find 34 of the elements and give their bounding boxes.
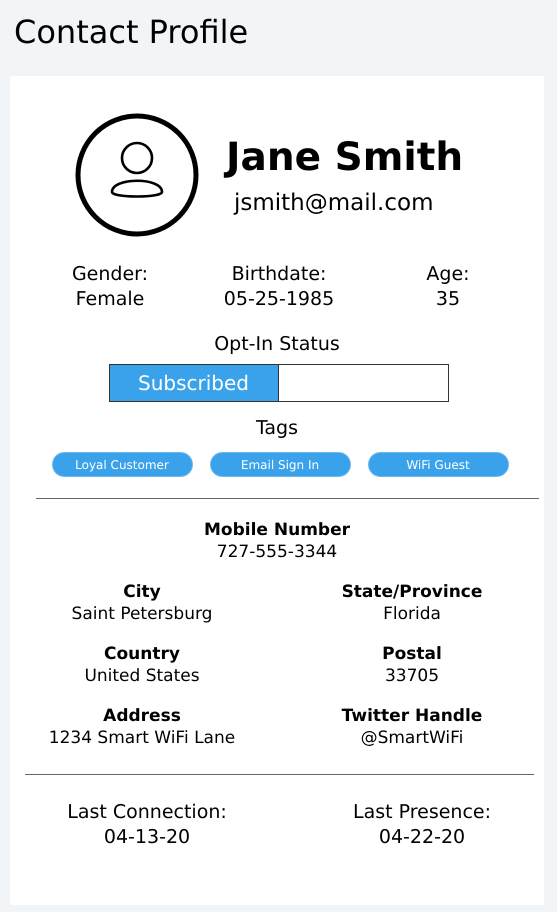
detail-label: Mobile Number xyxy=(204,519,350,541)
avatar-icon xyxy=(75,113,199,237)
detail-label: Address xyxy=(103,705,181,727)
detail-value: Florida xyxy=(383,603,441,625)
section-label: Tags xyxy=(256,416,298,441)
fact-label: Gender: xyxy=(72,262,148,287)
status-segment: Subscribed xyxy=(110,365,278,401)
detail-value: 1234 Smart WiFi Lane xyxy=(48,727,236,749)
detail-value: 727-555-3344 xyxy=(216,541,338,563)
fact-label: Birthdate: xyxy=(232,262,326,287)
detail-value: United States xyxy=(84,665,200,687)
detail-label: State/Province xyxy=(342,581,482,603)
fact-value: 05-25-1985 xyxy=(224,287,334,312)
detail-label: City xyxy=(123,581,161,603)
fact-label: Age: xyxy=(426,262,470,287)
contact-name: Jane Smith xyxy=(226,134,464,180)
tag: WiFi Guest xyxy=(368,452,508,477)
detail-value: Saint Petersburg xyxy=(72,603,212,625)
tag: Email Sign In xyxy=(210,452,350,477)
page-title: Contact Profile xyxy=(13,12,250,53)
activity-label: Last Presence: xyxy=(353,800,491,825)
fact-value: Female xyxy=(76,287,144,312)
activity-value: 04-22-20 xyxy=(378,825,466,850)
fact-value: 35 xyxy=(436,287,460,312)
detail-value: 33705 xyxy=(384,665,440,687)
detail-label: Twitter Handle xyxy=(342,705,482,727)
activity-label: Last Connection: xyxy=(67,800,227,825)
contact-email: jsmith@mail.com xyxy=(232,190,434,216)
detail-label: Postal xyxy=(382,643,442,665)
activity-value: 04-13-20 xyxy=(104,825,190,850)
detail-label: Country xyxy=(104,643,180,665)
section-label: Opt-In Status xyxy=(214,332,340,357)
tag: Loyal Customer xyxy=(52,452,192,477)
detail-value: @SmartWiFi xyxy=(360,727,464,749)
